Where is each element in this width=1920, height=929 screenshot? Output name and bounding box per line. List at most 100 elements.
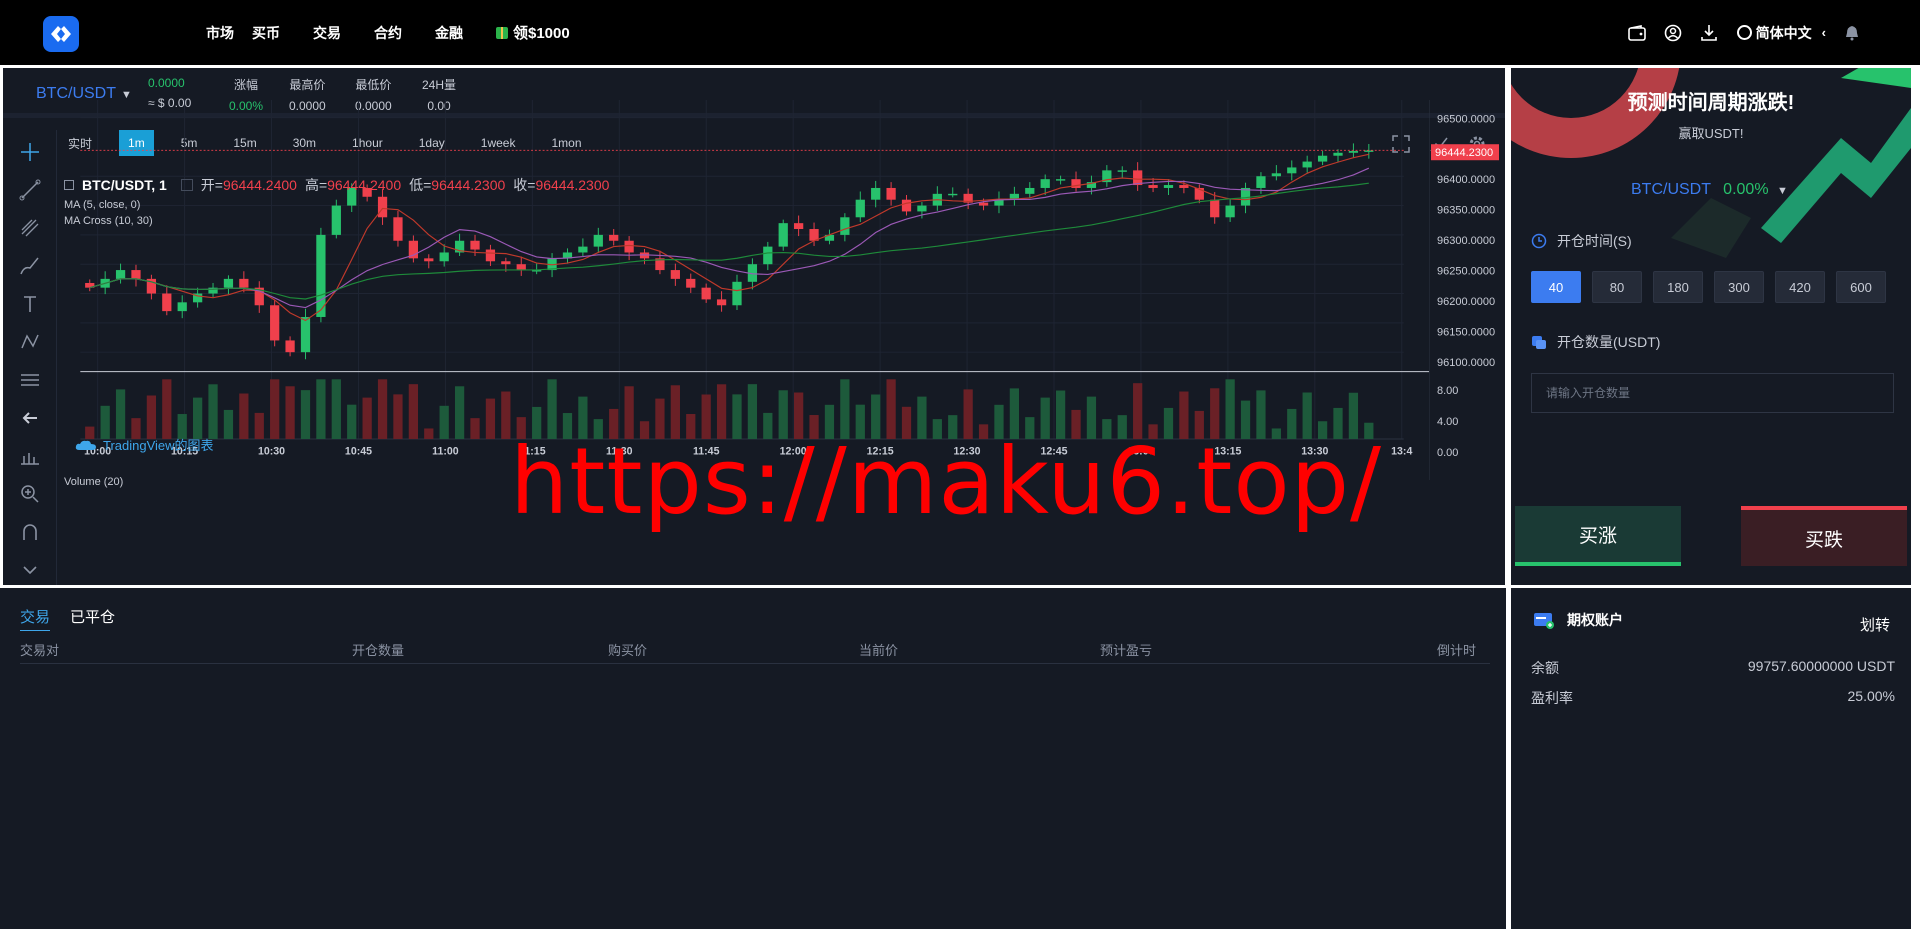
volume-bar <box>239 393 249 440</box>
orders-panel: 交易 已平仓 交易对 开仓数量 购买价 当前价 预计盈亏 倒计时 <box>0 588 1506 929</box>
amount-label: 开仓数量(USDT) <box>1531 332 1660 352</box>
candle-body <box>1287 167 1297 174</box>
volume-legend: Volume (20) <box>64 476 124 488</box>
candle-body <box>609 234 619 241</box>
legend-high-label: 高= <box>304 177 328 193</box>
gift-icon <box>496 26 508 39</box>
candle-body <box>439 252 449 262</box>
balance-row: 余额 99757.60000000 USDT <box>1531 658 1895 678</box>
candle-body <box>1117 170 1127 172</box>
x-tick-label: 11:00 <box>432 445 459 457</box>
candle-body <box>115 270 126 279</box>
candle-body <box>624 240 634 253</box>
globe-icon <box>1736 25 1752 40</box>
tab-closed[interactable]: 已平仓 <box>70 606 115 631</box>
duration-option-300[interactable]: 300 <box>1714 271 1764 303</box>
candle-body <box>1055 179 1066 181</box>
candle-body <box>1317 155 1328 162</box>
duration-option-600[interactable]: 600 <box>1836 271 1886 303</box>
candle-body <box>1256 176 1266 188</box>
candle-body <box>1179 185 1189 188</box>
volume-bar <box>162 379 172 440</box>
collapse-icon[interactable] <box>64 180 74 190</box>
y-tick-label: 96500.0000 <box>1437 113 1495 125</box>
volume-bar <box>377 379 388 440</box>
download-icon[interactable] <box>1699 23 1719 43</box>
eye-icon[interactable] <box>180 179 193 191</box>
side-pair-selector[interactable]: BTC/USDT 0.00% ▼ <box>1631 181 1788 199</box>
candle-body <box>593 234 603 247</box>
pattern-icon[interactable] <box>18 330 42 354</box>
arrow-left-icon[interactable] <box>18 406 42 430</box>
candle-body <box>1225 205 1235 218</box>
candle-body <box>917 205 927 212</box>
measure-icon[interactable] <box>18 368 42 392</box>
amount-input[interactable] <box>1531 373 1894 413</box>
duration-option-40[interactable]: 40 <box>1531 271 1581 303</box>
chevron-down-icon[interactable] <box>18 558 42 582</box>
nav-buy-coin[interactable]: 买币 <box>252 23 280 43</box>
candle-body <box>162 293 172 312</box>
candle-body <box>794 223 804 230</box>
crosshair-icon[interactable] <box>18 140 42 164</box>
trend-line-icon[interactable] <box>18 178 42 202</box>
candle-body <box>901 199 912 212</box>
volume-bar <box>300 390 311 440</box>
legend-low: 96444.2300 <box>431 177 506 193</box>
zoom-in-icon[interactable] <box>18 482 42 506</box>
chevron-left-icon: ‹ <box>1821 25 1826 40</box>
volume-bar <box>254 412 264 440</box>
amount-label-text: 开仓数量(USDT) <box>1557 334 1661 350</box>
volume-bar <box>316 379 326 440</box>
buy-rise-button[interactable]: 买涨 <box>1515 506 1681 566</box>
top-bar: 市场 买币 交易 合约 金融 领$1000 简体中文 ‹ <box>0 0 1920 65</box>
side-pair: BTC/USDT <box>1631 181 1711 198</box>
watermark-url: https://maku6.top/ <box>510 428 1383 535</box>
col-pair: 交易对 <box>20 643 60 658</box>
stat-label: 最低价 <box>355 78 392 92</box>
ruler-icon[interactable] <box>18 444 42 468</box>
col-current-price: 当前价 <box>859 643 899 658</box>
magnet-icon[interactable] <box>18 520 42 544</box>
nav-market[interactable]: 市场 <box>206 23 234 43</box>
user-icon[interactable] <box>1663 23 1683 43</box>
candle-body <box>424 258 434 262</box>
transfer-link[interactable]: 划转 <box>1860 614 1890 635</box>
bell-icon[interactable] <box>1842 23 1862 43</box>
duration-option-80[interactable]: 80 <box>1592 271 1642 303</box>
candle-body <box>177 302 187 312</box>
duration-option-420[interactable]: 420 <box>1775 271 1825 303</box>
text-tool-icon[interactable] <box>18 292 42 316</box>
balance-label: 余额 <box>1531 660 1559 676</box>
candle-body <box>270 305 280 341</box>
tradingview-link[interactable]: TradingView的图表 <box>75 435 214 454</box>
language-selector[interactable]: 简体中文 ‹ <box>1736 23 1826 43</box>
fib-icon[interactable] <box>18 216 42 240</box>
candle-body <box>670 270 680 279</box>
nav-contract[interactable]: 合约 <box>374 23 402 43</box>
promo-title: 预测时间周期涨跌! <box>1627 92 1795 114</box>
legend-high: 96444.2400 <box>327 177 402 193</box>
brush-icon[interactable] <box>18 254 42 278</box>
caret-down-icon: ▼ <box>1777 185 1788 197</box>
candle-body <box>886 187 896 200</box>
candlestick-chart[interactable]: 10:00 10:15 10:30 10:45 11:00 11:15 11:30 11:45… <box>55 100 1429 466</box>
y-tick-label: 96250.0000 <box>1437 265 1495 277</box>
duration-option-180[interactable]: 180 <box>1653 271 1703 303</box>
orders-tabs: 交易 已平仓 <box>20 606 135 631</box>
account-card-icon <box>1534 613 1554 629</box>
stat-label: 涨幅 <box>234 78 259 92</box>
legend-close: 96444.2300 <box>535 177 610 193</box>
nav-trade[interactable]: 交易 <box>313 23 341 43</box>
candle-body <box>578 246 588 253</box>
buy-fall-button[interactable]: 买跌 <box>1741 506 1907 566</box>
wallet-icon[interactable] <box>1627 23 1647 43</box>
language-label: 简体中文 <box>1755 24 1812 41</box>
nav-promo[interactable]: 领$1000 <box>496 22 570 43</box>
brand-logo[interactable] <box>43 16 79 52</box>
tab-trades[interactable]: 交易 <box>20 606 51 631</box>
candle-body <box>285 340 295 353</box>
clock-icon <box>1531 233 1547 249</box>
legend-open: 96444.2400 <box>222 177 297 193</box>
nav-finance[interactable]: 金融 <box>435 23 463 43</box>
